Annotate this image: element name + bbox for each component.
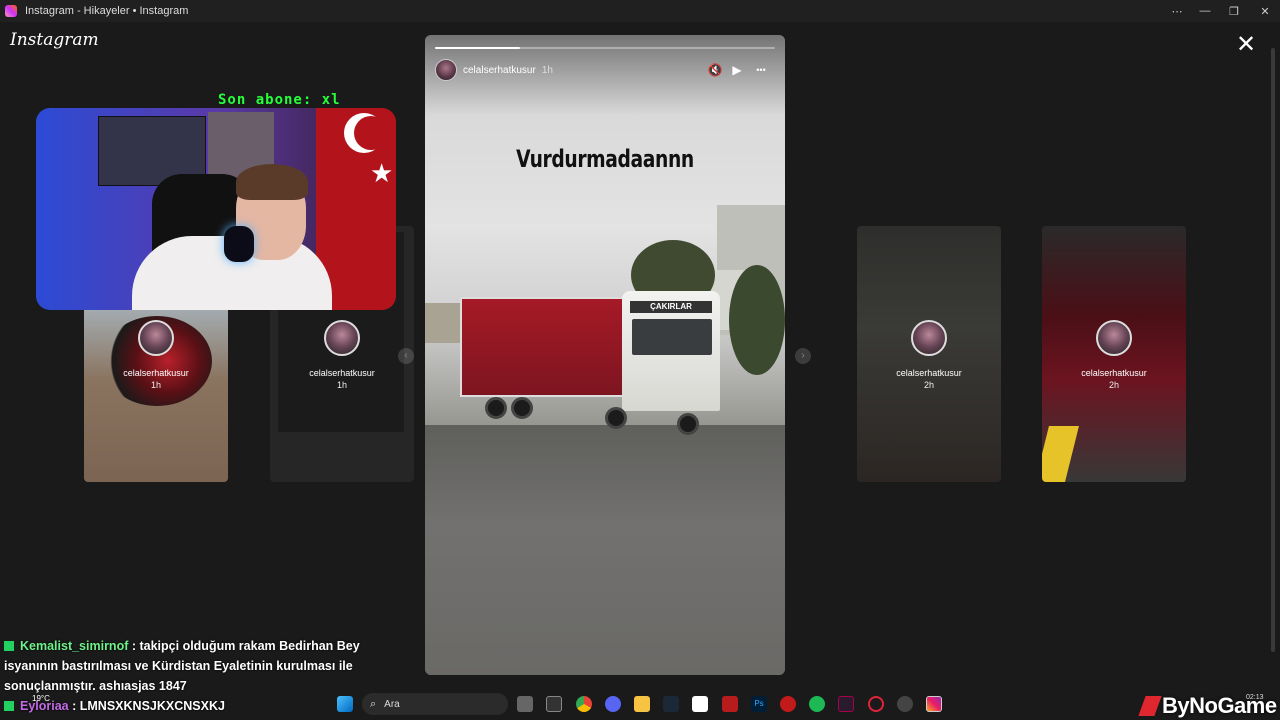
window-title: Instagram - Hikayeler • Instagram	[25, 5, 189, 17]
scrollbar-thumb[interactable]	[1271, 48, 1275, 652]
side-story-avatar	[138, 320, 174, 356]
streamer-webcam: ★	[36, 108, 396, 310]
wheel	[677, 413, 699, 435]
wet-road	[425, 425, 785, 675]
truck-sign: ÇAKIRLAR	[630, 301, 712, 313]
story-progress-bar	[435, 47, 775, 49]
scrollbar[interactable]	[1270, 44, 1276, 660]
file-explorer-icon[interactable]	[634, 696, 650, 712]
app-icon[interactable]	[722, 696, 738, 712]
headset	[224, 226, 254, 262]
wheel	[485, 397, 507, 419]
photoshop-icon[interactable]: Ps	[751, 696, 767, 712]
steam-icon[interactable]	[663, 696, 679, 712]
wheel	[511, 397, 533, 419]
window-maximize-button[interactable]: ❐	[1219, 0, 1249, 22]
side-story-4[interactable]: celalserhatkusur 2h	[1042, 226, 1186, 482]
parking-line	[1042, 426, 1079, 482]
opera-icon[interactable]	[868, 696, 884, 712]
story-header: celalserhatkusur 1h 🔇 ▶ •••	[435, 59, 775, 81]
side-story-time: 1h	[150, 380, 161, 390]
side-story-avatar	[911, 320, 947, 356]
mute-icon[interactable]: 🔇	[705, 59, 725, 81]
active-story[interactable]: ÇAKIRLAR celalserhatkusur 1h 🔇 ▶ ••• Vur…	[425, 35, 785, 675]
truck-cab: ÇAKIRLAR	[622, 291, 720, 411]
window-menu-button[interactable]: ⋯	[1162, 0, 1192, 22]
task-view-icon[interactable]	[517, 696, 533, 712]
tree	[729, 265, 785, 375]
side-story-time: 1h	[336, 380, 347, 390]
flag-crescent-cutout	[354, 116, 388, 150]
story-progress-fill	[435, 47, 520, 49]
side-story-3[interactable]: celalserhatkusur 2h	[857, 226, 1001, 482]
story-author-avatar[interactable]	[435, 59, 457, 81]
play-icon[interactable]: ▶	[727, 59, 747, 81]
taskbar-search[interactable]: ⌕ Ara	[362, 693, 508, 715]
app-icon[interactable]	[838, 696, 854, 712]
weather-widget[interactable]: 19°C	[32, 694, 50, 703]
flag-star-icon: ★	[370, 158, 394, 188]
bynogame-logo-icon	[1138, 696, 1162, 716]
previous-story-icon[interactable]: ‹	[398, 348, 414, 364]
more-options-icon[interactable]: •••	[749, 59, 773, 81]
side-story-avatar	[324, 320, 360, 356]
window-titlebar: Instagram - Hikayeler • Instagram ⋯ — ❐ …	[0, 0, 1280, 22]
side-story-username: celalserhatkusur	[1081, 368, 1147, 378]
window-minimize-button[interactable]: —	[1190, 0, 1220, 22]
truck-trailer	[460, 297, 630, 397]
story-author-username[interactable]: celalserhatkusur	[463, 65, 536, 76]
app-icon[interactable]	[780, 696, 796, 712]
story-timestamp: 1h	[541, 64, 553, 76]
wheel	[605, 407, 627, 429]
side-story-username: celalserhatkusur	[123, 368, 189, 378]
taskbar-clock[interactable]: 02:13	[1246, 694, 1264, 701]
windows-start-icon[interactable]	[337, 696, 353, 712]
chat-username: Kemalist_simirnof	[20, 639, 129, 653]
streamer-hair	[236, 164, 308, 200]
side-story-time: 2h	[923, 380, 934, 390]
chat-message: Kemalist_simirnof : takipçi olduğum raka…	[4, 636, 404, 696]
story-caption: Vurdurmadaannn	[516, 145, 694, 173]
side-story-avatar	[1096, 320, 1132, 356]
window-close-button[interactable]: ✕	[1250, 0, 1280, 22]
side-story-time: 2h	[1108, 380, 1119, 390]
close-stories-icon[interactable]: ✕	[1234, 33, 1258, 58]
epic-games-icon[interactable]	[546, 696, 562, 712]
instagram-taskbar-icon[interactable]	[926, 696, 942, 712]
last-subscriber-banner: Son abone: xl	[218, 92, 341, 108]
kick-badge-icon	[4, 641, 14, 651]
instagram-logo[interactable]: Instagram	[10, 30, 99, 50]
truck-windshield	[632, 319, 712, 355]
spotify-icon[interactable]	[809, 696, 825, 712]
search-placeholder: Ara	[384, 698, 400, 710]
side-story-username: celalserhatkusur	[309, 368, 375, 378]
next-story-icon[interactable]: ›	[795, 348, 811, 364]
discord-icon[interactable]	[605, 696, 621, 712]
chrome-icon[interactable]	[576, 696, 592, 712]
side-story-username: celalserhatkusur	[896, 368, 962, 378]
capcut-icon[interactable]	[692, 696, 708, 712]
obs-icon[interactable]	[897, 696, 913, 712]
search-icon: ⌕	[370, 697, 377, 710]
instagram-app-icon	[5, 5, 17, 17]
